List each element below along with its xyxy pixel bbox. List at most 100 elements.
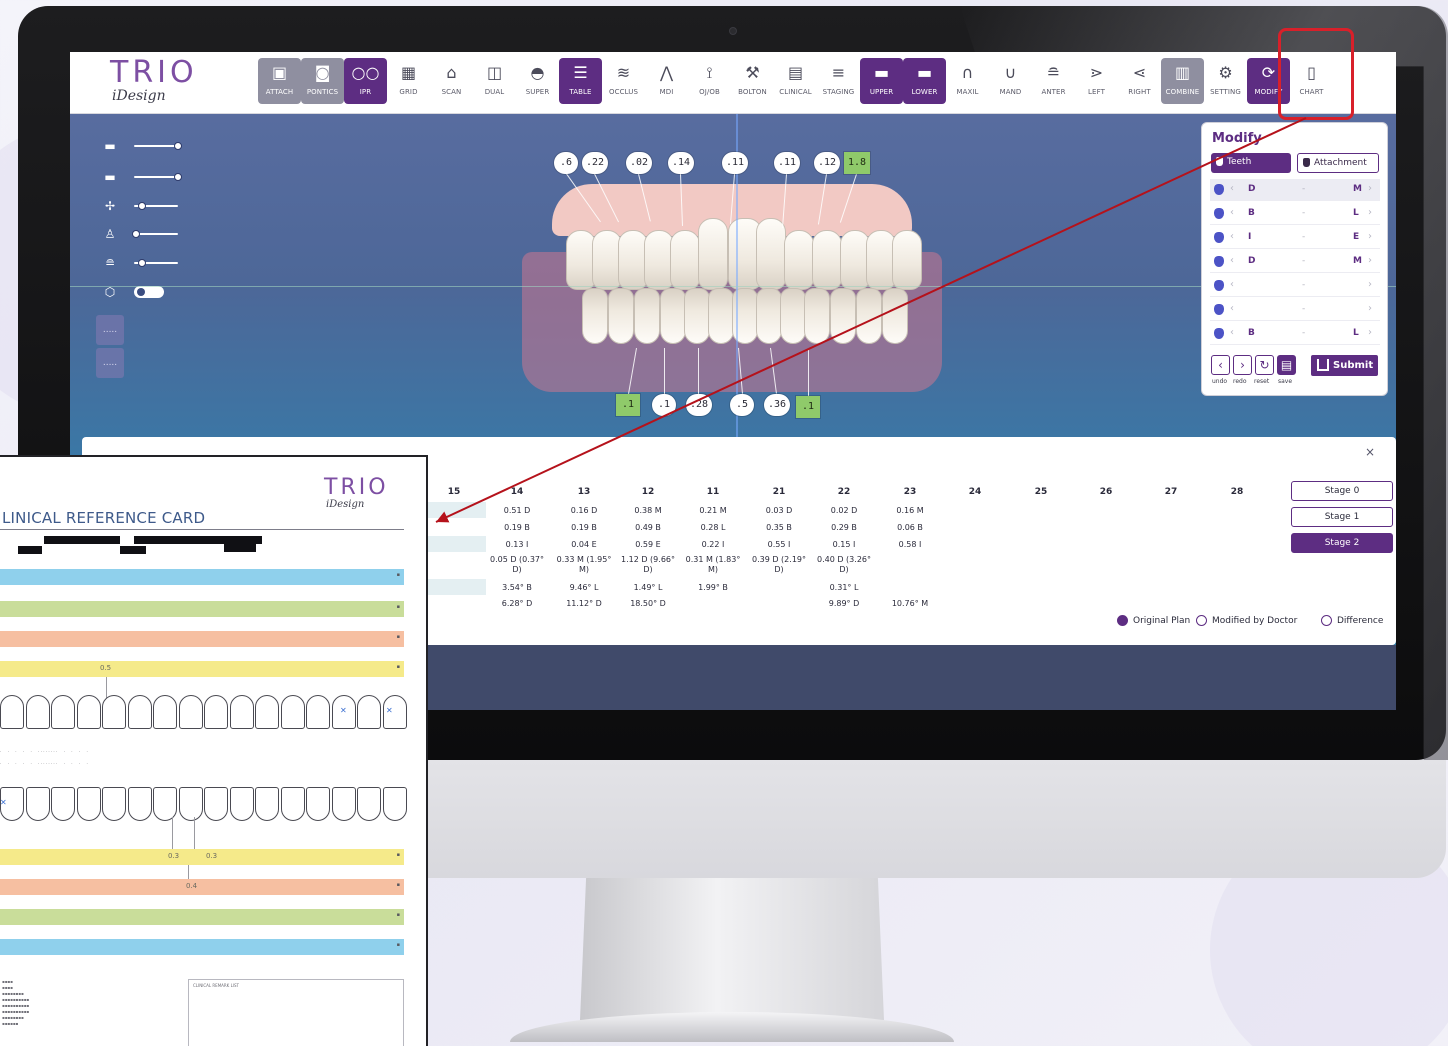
tool-right-button[interactable]: ⋖ RIGHT <box>1118 58 1161 104</box>
ipr-badge-upper[interactable]: 1.8 <box>844 152 871 174</box>
upper-tooth[interactable] <box>784 230 814 290</box>
chevron-left-icon[interactable]: ‹ <box>1230 279 1234 290</box>
chevron-right-icon[interactable]: › <box>1368 231 1372 242</box>
tool-super-button[interactable]: ◓ SUPER <box>516 58 559 104</box>
upper-tooth[interactable] <box>670 230 700 290</box>
modify-direction-row[interactable]: ‹ D - M › <box>1210 251 1380 273</box>
view-mode-radio[interactable]: Original Plan <box>1117 615 1190 626</box>
lower-tooth[interactable] <box>830 288 856 344</box>
ipr-badge-lower[interactable]: .1 <box>616 394 640 416</box>
close-icon[interactable]: × <box>1365 445 1375 459</box>
stage-button[interactable]: Stage 0 <box>1291 481 1393 501</box>
ipr-badge-upper[interactable]: .22 <box>582 152 609 174</box>
tool-upper-button[interactable]: ▬ UPPER <box>860 58 903 104</box>
upper-arch-slider[interactable]: ▬ <box>100 137 182 155</box>
lower-tooth[interactable] <box>582 288 608 344</box>
chevron-left-icon[interactable]: ‹ <box>1230 327 1234 338</box>
tool-setting-button[interactable]: ⚙ SETTING <box>1204 58 1247 104</box>
lower-tooth[interactable] <box>780 288 806 344</box>
stage-button[interactable]: Stage 2 <box>1291 533 1393 553</box>
save-button[interactable]: ▤ <box>1277 355 1296 375</box>
undo-button[interactable]: ‹ <box>1211 355 1230 375</box>
tool-mand-button[interactable]: ∪ MAND <box>989 58 1032 104</box>
submit-button[interactable]: Submit <box>1311 355 1378 376</box>
stage-button[interactable]: Stage 1 <box>1291 507 1393 527</box>
lower-arch-slider[interactable]: ▬ <box>100 168 182 186</box>
lower-tooth[interactable] <box>804 288 830 344</box>
tool-attach-button[interactable]: ▣ ATTACH <box>258 58 301 104</box>
gum-slider[interactable]: ♙ <box>100 225 178 243</box>
tool-ipr-button[interactable]: ○○ IPR <box>344 58 387 104</box>
upper-tooth[interactable] <box>756 218 786 290</box>
lower-tooth[interactable] <box>684 288 710 344</box>
reset-button[interactable]: ↻ <box>1255 355 1274 375</box>
chevron-right-icon[interactable]: › <box>1368 303 1372 314</box>
lower-tooth[interactable] <box>608 288 634 344</box>
lower-preview-button[interactable]: ..... <box>96 348 124 378</box>
chevron-right-icon[interactable]: › <box>1368 327 1372 338</box>
upper-preview-button[interactable]: ..... <box>96 315 124 345</box>
chevron-left-icon[interactable]: ‹ <box>1230 231 1234 242</box>
tool-pontics-button[interactable]: ◙ PONTICS <box>301 58 344 104</box>
view-mode-radio[interactable]: Difference <box>1321 615 1383 626</box>
modify-direction-row[interactable]: ‹ I - E › <box>1210 227 1380 249</box>
ipr-badge-lower[interactable]: .36 <box>764 394 791 416</box>
lower-tooth[interactable] <box>756 288 782 344</box>
chevron-right-icon[interactable]: › <box>1368 255 1372 266</box>
ipr-badge-lower[interactable]: .28 <box>686 394 713 416</box>
tool-staging-button[interactable]: ≡ STAGING <box>817 58 860 104</box>
modify-direction-row[interactable]: ‹ D - M › <box>1210 179 1380 201</box>
aligner-slider[interactable]: ≘ <box>100 254 178 272</box>
tool-mdi-button[interactable]: ⋀ MDI <box>645 58 688 104</box>
lower-tooth[interactable] <box>856 288 882 344</box>
tool-dual-button[interactable]: ◫ DUAL <box>473 58 516 104</box>
upper-tooth[interactable] <box>812 230 842 290</box>
lower-tooth[interactable] <box>708 288 734 344</box>
lower-tooth[interactable] <box>882 288 908 344</box>
tool-lower-button[interactable]: ▬ LOWER <box>903 58 946 104</box>
tab-teeth[interactable]: Teeth <box>1211 153 1291 173</box>
view-mode-radio[interactable]: Modified by Doctor <box>1196 615 1297 626</box>
chevron-left-icon[interactable]: ‹ <box>1230 303 1234 314</box>
ipr-badge-lower[interactable]: .1 <box>796 396 820 418</box>
ipr-badge-upper[interactable]: .11 <box>722 152 749 174</box>
lower-tooth[interactable] <box>660 288 686 344</box>
chevron-right-icon[interactable]: › <box>1368 207 1372 218</box>
tool-scan-button[interactable]: ⌂ SCAN <box>430 58 473 104</box>
tool-left-button[interactable]: ⋗ LEFT <box>1075 58 1118 104</box>
modify-direction-row[interactable]: ‹ - › <box>1210 275 1380 297</box>
radio-dot-icon[interactable] <box>1196 615 1207 626</box>
tool-grid-button[interactable]: ▦ GRID <box>387 58 430 104</box>
ipr-badge-upper[interactable]: .6 <box>554 152 578 174</box>
tool-maxil-button[interactable]: ∩ MAXIL <box>946 58 989 104</box>
radio-dot-icon[interactable] <box>1117 615 1128 626</box>
ipr-badge-upper[interactable]: .14 <box>668 152 695 174</box>
axis-slider[interactable]: ✢ <box>100 197 178 215</box>
ipr-badge-upper[interactable]: .11 <box>774 152 801 174</box>
ipr-badge-upper[interactable]: .12 <box>814 152 841 174</box>
tool-combine-button[interactable]: ▥ COMBINE <box>1161 58 1204 104</box>
radio-dot-icon[interactable] <box>1321 615 1332 626</box>
modify-direction-row[interactable]: ‹ B - L › <box>1210 203 1380 225</box>
lower-tooth[interactable] <box>634 288 660 344</box>
chevron-right-icon[interactable]: › <box>1368 279 1372 290</box>
tab-attachment[interactable]: Attachment <box>1297 153 1379 173</box>
modify-direction-row[interactable]: ‹ B - L › <box>1210 323 1380 345</box>
ipr-badge-upper[interactable]: .02 <box>626 152 653 174</box>
tool-occlus-button[interactable]: ≋ OCCLUS <box>602 58 645 104</box>
chevron-right-icon[interactable]: › <box>1368 183 1372 194</box>
ipr-badge-lower[interactable]: .1 <box>652 394 676 416</box>
tool-table-button[interactable]: ☰ TABLE <box>559 58 602 104</box>
modify-direction-row[interactable]: ‹ - › <box>1210 299 1380 321</box>
upper-tooth[interactable] <box>892 230 922 290</box>
tool-bolton-button[interactable]: ⚒ BOLTON <box>731 58 774 104</box>
ipr-badge-lower[interactable]: .5 <box>730 394 754 416</box>
upper-tooth[interactable] <box>698 218 728 290</box>
tool-anter-button[interactable]: ≘ ANTER <box>1032 58 1075 104</box>
tool-ojob-button[interactable]: ⟟ OJ/OB <box>688 58 731 104</box>
tool-clinical-button[interactable]: ▤ CLINICAL <box>774 58 817 104</box>
chevron-left-icon[interactable]: ‹ <box>1230 183 1234 194</box>
chevron-left-icon[interactable]: ‹ <box>1230 255 1234 266</box>
redo-button[interactable]: › <box>1233 355 1252 375</box>
chevron-left-icon[interactable]: ‹ <box>1230 207 1234 218</box>
